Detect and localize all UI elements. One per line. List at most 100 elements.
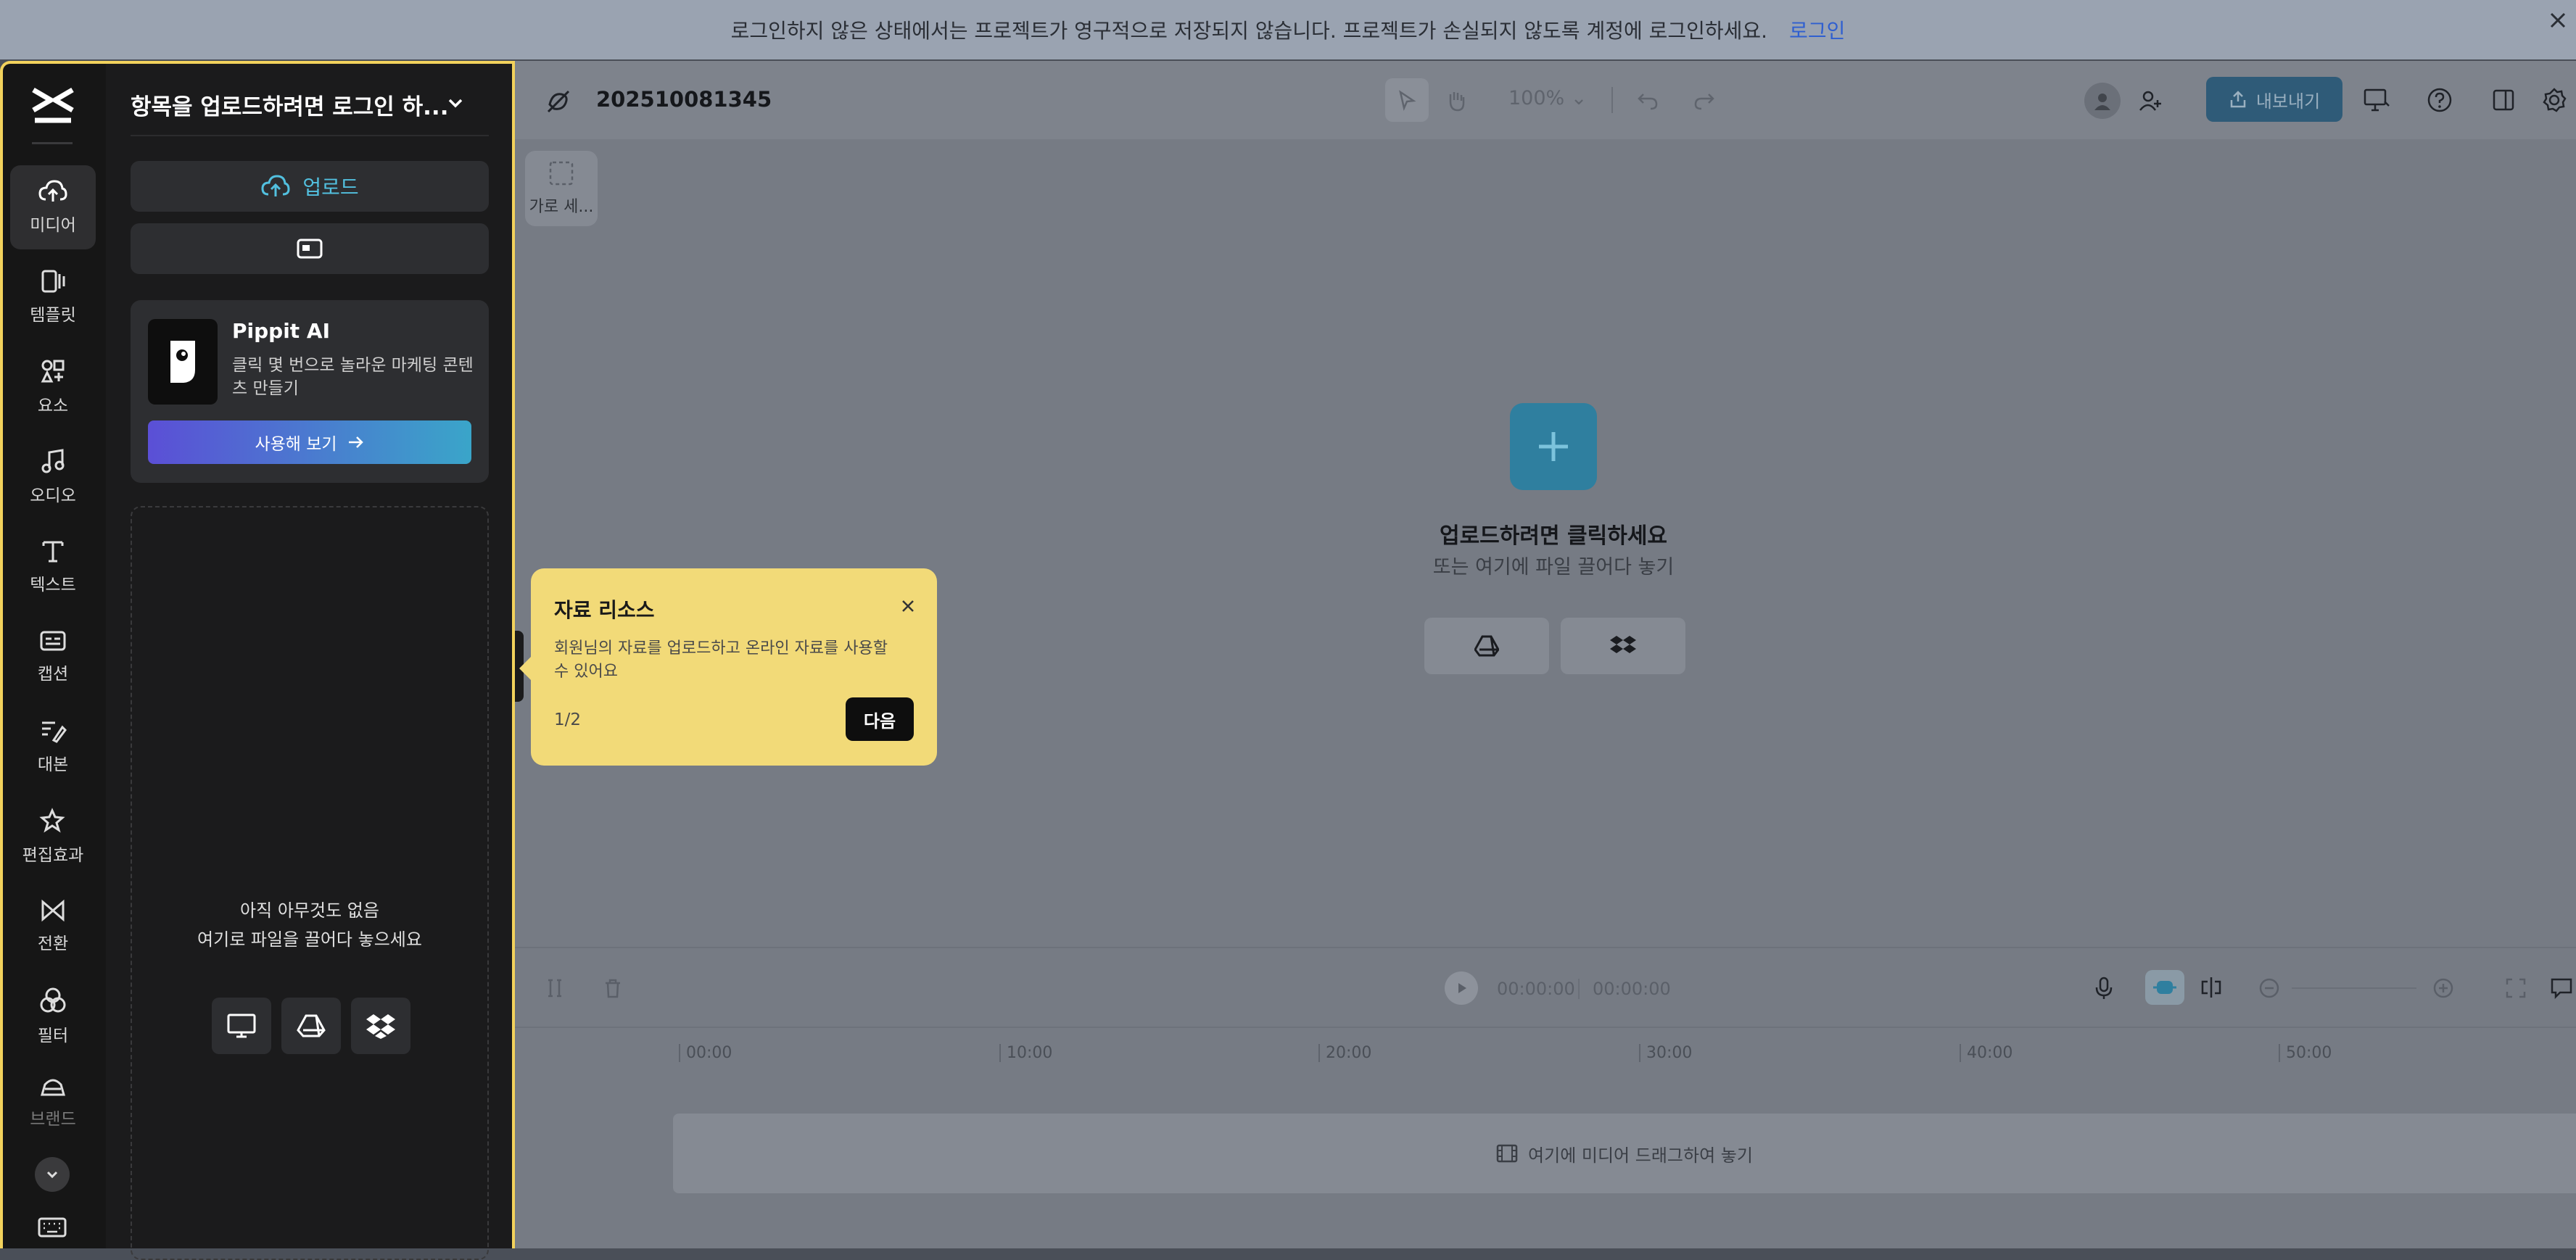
upload-button[interactable]: 업로드 [131,161,489,212]
avatar[interactable] [2084,83,2121,119]
rail-label: 미디어 [30,216,76,235]
banner-login-link[interactable]: 로그인 [1789,15,1845,44]
empty-message-1: 아직 아무것도 없음 [240,900,379,921]
panel-chevron-down-icon[interactable] [445,93,466,113]
aspect-ratio-button[interactable]: 가로 세... [525,151,598,226]
zoom-select[interactable]: 100% ⌄ [1508,87,1587,109]
dropbox-button[interactable] [351,998,410,1054]
magnet-toggle[interactable] [2145,970,2184,1005]
rail-divider [32,142,73,144]
rail-label: 대본 [37,755,69,774]
undo-icon[interactable] [1636,88,1659,112]
film-icon [1496,1144,1518,1163]
rail-item-elements[interactable]: 요소 [10,345,96,429]
pippit-logo [148,319,218,405]
effects-icon [39,808,65,833]
tooltip-step: 1/2 [554,710,582,729]
music-icon [41,449,65,473]
zoom-value: 100% [1508,87,1565,109]
keyboard-icon[interactable] [38,1217,67,1238]
elements-icon [41,360,65,383]
split-link-icon[interactable] [2199,976,2224,999]
help-icon[interactable] [2427,87,2453,113]
arrow-right-icon [348,436,363,448]
add-collaborator-icon[interactable] [2138,88,2163,113]
dropbox-upload-button[interactable] [1561,618,1685,674]
redo-icon[interactable] [1693,88,1716,112]
brand-icon [41,1079,65,1096]
fullscreen-icon[interactable] [2505,977,2527,999]
panel-title: 항목을 업로드하려면 로그인 하... [131,94,449,120]
left-rail: 미디어 템플릿 요소 오디오 텍스트 캡션 대본 편집효과 전환 필터 브랜드 [0,61,106,1248]
monitor-icon [227,1014,256,1038]
rail-label: 필터 [37,1027,69,1045]
rail-item-media[interactable]: 미디어 [10,165,96,249]
cloud-upload-icon [261,175,290,196]
rail-item-audio[interactable]: 오디오 [10,435,96,519]
rail-label: 요소 [37,397,69,415]
tooltip-next-label: 다음 [863,710,896,731]
rail-item-filter[interactable]: 필터 [10,974,96,1058]
rail-item-text[interactable]: 텍스트 [10,525,96,609]
template-icon [41,270,65,293]
rail-item-template[interactable]: 템플릿 [10,255,96,339]
google-drive-button[interactable] [281,998,341,1054]
aspect-ratio-icon [549,161,574,186]
comment-icon[interactable] [2550,977,2573,999]
rail-label: 템플릿 [30,306,76,325]
export-button[interactable]: 내보내기 [2206,77,2342,122]
record-button[interactable] [131,223,489,274]
settings-icon[interactable] [2541,87,2567,113]
rail-label: 캡션 [37,665,69,684]
zoom-slider[interactable] [2292,987,2416,989]
script-icon [42,721,67,743]
device-upload-button[interactable] [212,998,271,1054]
tooltip-body-1: 회원님의 자료를 업로드하고 온라인 자료를 사용할 [554,639,888,658]
banner-close-icon[interactable] [2547,9,2569,31]
microphone-icon[interactable] [2093,976,2115,1000]
ruler-tick: 20:00 [1318,1044,1371,1062]
promo-title: Pippit AI [232,319,331,343]
play-button[interactable] [1445,971,1478,1005]
tooltip-close-icon[interactable] [899,597,917,615]
project-name[interactable]: 202510081345 [596,87,772,112]
split-icon[interactable] [544,977,566,999]
media-drop-track[interactable]: 여기에 미디어 드래그하여 놓기 [673,1114,2576,1193]
editor-topbar: 202510081345 100% ⌄ 내보내기 [515,61,2576,139]
select-tool-button[interactable] [1385,78,1429,122]
zoom-in-icon[interactable] [2432,977,2454,999]
cloud-upload-icon [38,180,67,202]
media-drop-zone[interactable]: 아직 아무것도 없음 여기로 파일을 끌어다 놓으세요 [131,506,489,1260]
upload-button-label: 업로드 [302,175,359,199]
dropbox-icon [1610,636,1636,653]
record-screen-icon [297,239,323,259]
zoom-out-icon[interactable] [2258,977,2280,999]
upload-subtitle: 또는 여기에 파일 끌어다 놓기 [1432,556,1675,579]
layout-icon[interactable] [2490,87,2517,113]
caption-icon [40,631,66,651]
hand-tool-icon[interactable] [1445,88,1468,112]
rail-more-button[interactable] [35,1157,70,1192]
ruler-tick: 00:00 [679,1044,732,1062]
rail-item-effects[interactable]: 편집효과 [10,795,96,879]
rail-label: 텍스트 [30,576,76,594]
ruler-tick: 10:00 [999,1044,1052,1062]
rail-item-transition[interactable]: 전환 [10,884,96,969]
text-icon [42,541,64,563]
export-label: 내보내기 [2255,91,2321,112]
filter-icon [40,987,66,1013]
timeline-ruler: 00:00 10:00 20:00 30:00 40:00 50:00 [515,1027,2576,1070]
promo-cta-button[interactable]: 사용해 보기 [148,420,471,464]
tooltip-next-button[interactable]: 다음 [846,697,914,741]
rail-item-script[interactable]: 대본 [10,705,96,789]
capcut-logo[interactable] [29,86,77,125]
upload-plus-button[interactable] [1510,403,1597,490]
delete-icon[interactable] [602,977,624,999]
rail-item-brand[interactable]: 브랜드 [10,1064,96,1140]
pippit-promo-card: Pippit AI 클릭 몇 번으로 놀라운 마케팅 콘텐 츠 만들기 사용해 … [131,300,489,483]
google-drive-upload-button[interactable] [1424,618,1549,674]
present-icon[interactable] [2363,87,2390,113]
rail-item-caption[interactable]: 캡션 [10,615,96,699]
aspect-ratio-label: 가로 세... [529,198,594,216]
media-panel: 항목을 업로드하려면 로그인 하... 업로드 Pippit AI 클릭 몇 번… [106,61,515,1260]
